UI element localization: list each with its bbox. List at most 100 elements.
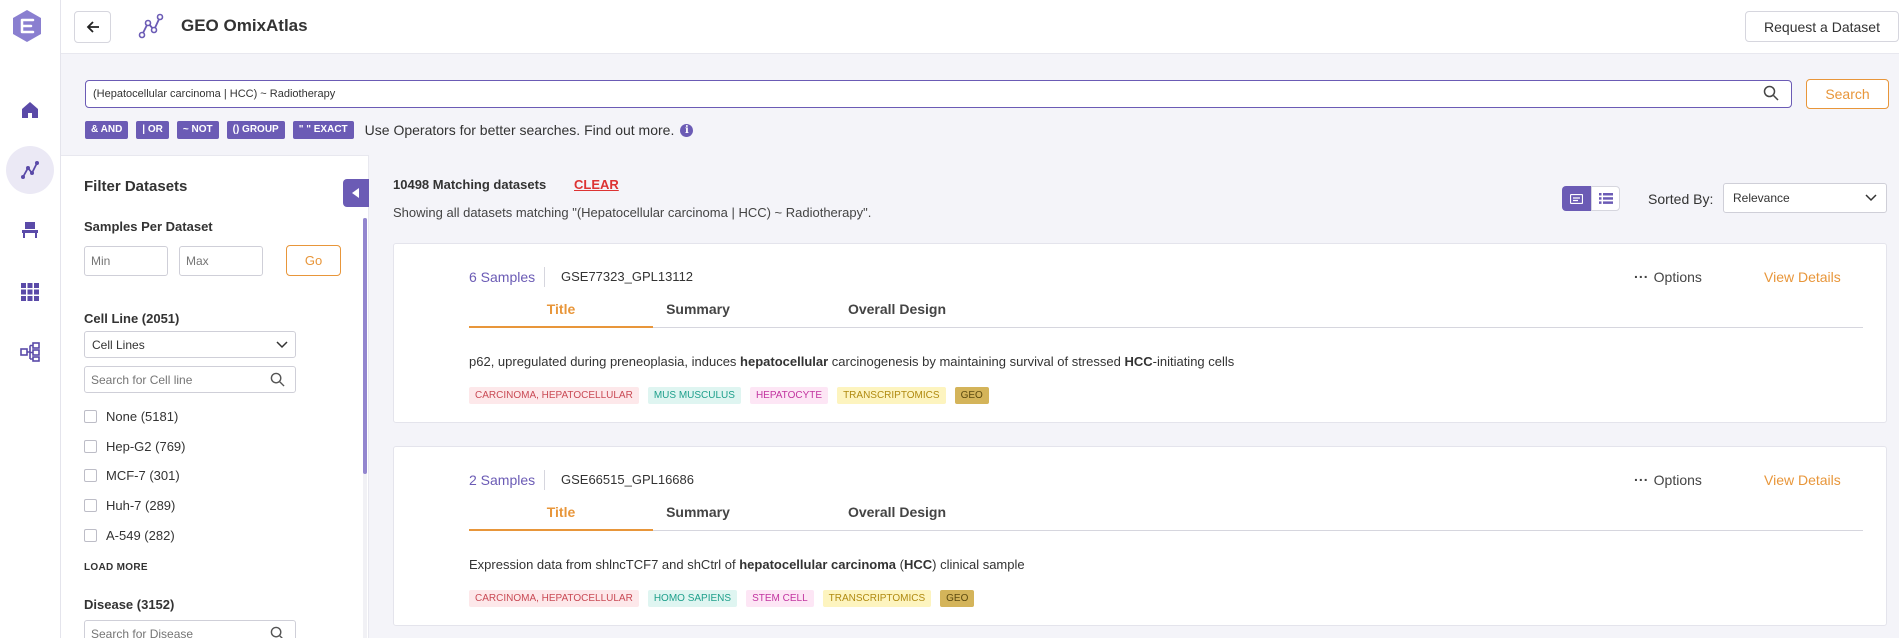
operator-or[interactable]: | OR xyxy=(136,121,169,139)
cell-line-select[interactable]: Cell Lines xyxy=(84,331,296,358)
collapse-filter-button[interactable] xyxy=(343,179,369,207)
disease-search-input[interactable] xyxy=(85,621,255,638)
cell-line-search-input[interactable] xyxy=(85,367,255,392)
tag-source[interactable]: GEO xyxy=(940,590,975,607)
chevron-down-icon xyxy=(1865,194,1877,202)
dataset-tags: CARCINOMA, HEPATOCELLULAR MUS MUSCULUS HEP… xyxy=(469,387,998,404)
results-count: 10498 Matching datasets xyxy=(393,177,547,192)
cell-line-option[interactable]: Hep-G2 (769) xyxy=(84,439,185,454)
request-dataset-button[interactable]: Request a Dataset xyxy=(1745,11,1899,42)
option-label: A-549 (282) xyxy=(106,528,175,543)
card-tabs: Title Summary Overall Design xyxy=(469,301,1863,328)
title-text: Expression data from shlncTCF7 and shCtr… xyxy=(469,557,740,572)
omixatlas-icon xyxy=(138,13,164,39)
tag-disease[interactable]: CARCINOMA, HEPATOCELLULAR xyxy=(469,387,639,404)
filter-panel: Filter Datasets Samples Per Dataset Go C… xyxy=(61,155,369,638)
dataset-card: 6 Samples GSE77323_GPL13112 ... Options … xyxy=(393,243,1887,423)
options-menu[interactable]: ... Options xyxy=(1634,468,1702,488)
checkbox[interactable] xyxy=(84,440,97,453)
operator-and[interactable]: & AND xyxy=(85,121,129,139)
divider xyxy=(544,267,545,287)
sort-select[interactable]: Relevance xyxy=(1723,183,1887,213)
title-text: carcinogenesis by maintaining survival o… xyxy=(828,354,1125,369)
filter-title: Filter Datasets xyxy=(84,178,188,195)
sample-count-link[interactable]: 6 Samples xyxy=(469,269,535,285)
option-label: Hep-G2 (769) xyxy=(106,439,186,454)
disease-search[interactable] xyxy=(84,620,296,638)
cell-line-option[interactable]: Huh-7 (289) xyxy=(84,498,175,513)
nav-home[interactable] xyxy=(6,86,54,134)
view-details-link[interactable]: View Details xyxy=(1764,269,1841,285)
option-label: None (5181) xyxy=(106,409,179,424)
view-details-link[interactable]: View Details xyxy=(1764,472,1841,488)
go-button[interactable]: Go xyxy=(286,245,341,276)
highlight-term: HCC xyxy=(903,557,933,572)
cell-line-option[interactable]: A-549 (282) xyxy=(84,528,175,543)
tag-assay[interactable]: TRANSCRIPTOMICS xyxy=(822,590,932,607)
nav-apps[interactable] xyxy=(6,268,54,316)
sample-count-link[interactable]: 2 Samples xyxy=(469,472,535,488)
options-label: Options xyxy=(1653,472,1702,488)
apps-grid-icon xyxy=(21,283,39,301)
card-view-button[interactable] xyxy=(1562,186,1591,211)
results-subtitle: Showing all datasets matching "(Hepatoce… xyxy=(393,205,872,220)
cell-line-label: Cell Line (2051) xyxy=(84,311,180,326)
tag-celltype[interactable]: HEPATOCYTE xyxy=(749,387,829,404)
card-tab[interactable]: Title xyxy=(469,504,653,531)
title-text: -initiating cells xyxy=(1152,354,1235,369)
operator-not[interactable]: ~ NOT xyxy=(176,121,219,139)
search-icon[interactable] xyxy=(1763,85,1779,101)
sort-select-value: Relevance xyxy=(1733,191,1790,205)
cell-line-option[interactable]: None (5181) xyxy=(84,409,178,424)
card-tab[interactable]: Overall Design xyxy=(827,301,967,328)
options-menu[interactable]: ... Options xyxy=(1634,265,1702,285)
dataset-accession: GSE66515_GPL16686 xyxy=(561,472,694,487)
filter-scrollbar-thumb[interactable] xyxy=(363,218,367,474)
card-tab[interactable]: Summary xyxy=(653,301,743,328)
load-more-link[interactable]: LOAD MORE xyxy=(84,562,148,573)
search-input[interactable] xyxy=(85,80,1792,108)
disease-label: Disease (3152) xyxy=(84,597,175,612)
app-logo-icon[interactable] xyxy=(12,9,42,43)
info-icon[interactable]: i xyxy=(680,123,694,137)
tag-organism[interactable]: HOMO SAPIENS xyxy=(647,590,738,607)
nav-omixatlas[interactable] xyxy=(6,146,54,194)
tag-celltype[interactable]: STEM CELL xyxy=(746,590,814,607)
top-bar: GEO OmixAtlas Request a Dataset xyxy=(61,0,1899,54)
omixatlas-icon xyxy=(21,161,39,179)
options-label: Options xyxy=(1653,269,1702,285)
nav-workspace[interactable] xyxy=(6,206,54,254)
back-button[interactable] xyxy=(74,11,111,43)
search-button[interactable]: Search xyxy=(1806,79,1889,109)
min-samples-input[interactable] xyxy=(84,246,168,276)
search-icon xyxy=(270,626,283,638)
card-tab[interactable]: Summary xyxy=(653,504,743,531)
cell-line-search[interactable] xyxy=(84,366,296,393)
card-tab[interactable]: Overall Design xyxy=(827,504,967,531)
samples-per-dataset-label: Samples Per Dataset xyxy=(84,219,213,234)
option-label: MCF-7 (301) xyxy=(106,468,180,483)
home-icon xyxy=(22,102,38,118)
tag-disease[interactable]: CARCINOMA, HEPATOCELLULAR xyxy=(469,590,639,607)
cell-line-option[interactable]: MCF-7 (301) xyxy=(84,468,180,483)
tag-source[interactable]: GEO xyxy=(954,387,989,404)
card-tab[interactable]: Title xyxy=(469,301,653,328)
operator-group[interactable]: () GROUP xyxy=(226,121,285,139)
checkbox[interactable] xyxy=(84,469,97,482)
operator-exact[interactable]: " " EXACT xyxy=(292,121,354,139)
left-rail xyxy=(0,0,61,638)
list-view-button[interactable] xyxy=(1591,186,1620,211)
more-dots-icon: ... xyxy=(1634,265,1649,281)
nav-pipelines[interactable] xyxy=(6,328,54,376)
tag-assay[interactable]: TRANSCRIPTOMICS xyxy=(837,387,946,404)
checkbox[interactable] xyxy=(84,410,97,423)
highlight-term: hepatocellular carcinoma xyxy=(739,557,897,572)
checkbox[interactable] xyxy=(84,529,97,542)
card-view-icon xyxy=(1570,193,1583,204)
search-operators: & AND | OR ~ NOT () GROUP " " EXACT Use … xyxy=(85,121,694,139)
checkbox[interactable] xyxy=(84,499,97,512)
clear-link[interactable]: CLEAR xyxy=(574,177,619,192)
pipeline-icon xyxy=(20,342,40,362)
tag-organism[interactable]: MUS MUSCULUS xyxy=(647,387,741,404)
max-samples-input[interactable] xyxy=(179,246,263,276)
